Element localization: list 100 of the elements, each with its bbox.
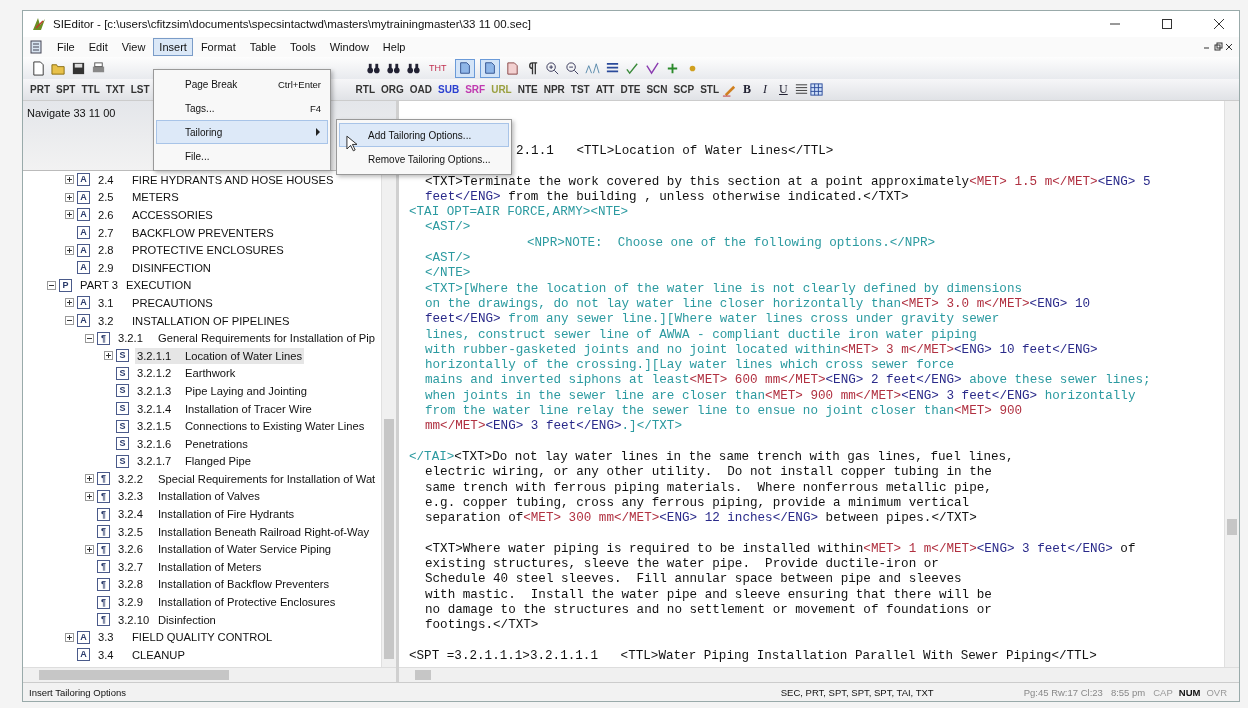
maximize-icon[interactable] <box>1161 18 1173 30</box>
menu-item[interactable]: Tools <box>284 38 322 56</box>
toggle-button[interactable] <box>454 58 475 78</box>
expand-icon[interactable] <box>85 544 94 554</box>
new-file-icon[interactable] <box>31 60 46 76</box>
checkmark-icon[interactable] <box>644 60 660 76</box>
tht-button[interactable]: THT <box>426 63 450 73</box>
align-icon[interactable] <box>793 82 809 97</box>
tag-button[interactable]: PRT <box>27 84 53 95</box>
menu-item[interactable]: Window <box>323 38 375 56</box>
tree-item[interactable]: 3.4 CLEANUP <box>96 646 187 663</box>
tag-button[interactable]: SCN <box>643 84 671 95</box>
menu-option[interactable]: Remove Tailoring Options... <box>339 147 509 171</box>
format-button[interactable]: I <box>757 82 774 97</box>
horizontal-scrollbar[interactable] <box>23 667 396 682</box>
menu-item[interactable]: File <box>51 38 81 56</box>
menu-item[interactable]: Format <box>194 38 242 56</box>
collapse-icon[interactable] <box>85 333 94 343</box>
tree-item[interactable]: PART 3 EXECUTION <box>78 277 194 294</box>
expand-icon[interactable] <box>65 632 74 642</box>
window-title: SIEditor - [c:\users\cfitzsim\documents\specsintactwd\masters\mytrainingmaster\33 11 00.sec] <box>53 18 531 30</box>
tree-item[interactable]: 2.6 ACCESSORIES <box>96 207 215 223</box>
tag-button[interactable]: ORG <box>378 84 407 95</box>
tree-item[interactable]: 2.8 PROTECTIVE ENCLOSURES <box>96 242 286 259</box>
tree-item[interactable]: 3.3 FIELD QUALITY CONTROL <box>96 629 275 646</box>
menu-option[interactable]: Add Tailoring Options... <box>339 123 509 147</box>
expand-icon[interactable] <box>65 298 74 308</box>
tree-item[interactable]: 3.2.1 General Requirements for Installation of Pip <box>116 330 378 347</box>
tag-button[interactable]: SUB <box>435 84 463 95</box>
node-type-icon: S <box>116 419 129 433</box>
tree-item[interactable]: 3.2.1.7 Flanged Pipe <box>135 453 253 470</box>
tag-button[interactable]: TXT <box>102 84 128 95</box>
tree-item[interactable]: 2.4 FIRE HYDRANTS AND HOSE HOUSES <box>96 171 336 188</box>
tree-item[interactable]: 3.2 INSTALLATION OF PIPELINES <box>96 312 292 329</box>
code-line: feet</ENG> from the building , unless otherwise indicated.</TXT> <box>425 189 909 206</box>
tree-item[interactable]: 3.2.4 Installation of Fire Hydrants <box>116 506 297 523</box>
tag-button[interactable]: RTL <box>352 84 378 95</box>
node-type-icon: A <box>77 296 90 310</box>
menu-option[interactable]: Tailoring <box>156 120 328 144</box>
table-icon[interactable] <box>808 82 824 97</box>
tree-item[interactable]: 3.1 PRECAUTIONS <box>96 294 215 311</box>
document-icon[interactable] <box>29 40 43 54</box>
node-type-icon: ¶ <box>97 542 110 556</box>
toggle-button[interactable] <box>479 58 500 78</box>
tree-item[interactable]: 3.2.2 Special Requirements for Installation of Wat <box>116 470 378 487</box>
expand-icon[interactable] <box>85 474 94 484</box>
tag-button[interactable]: TST <box>567 84 593 95</box>
tag-button[interactable]: OAD <box>406 84 436 95</box>
format-button[interactable]: B <box>737 82 758 97</box>
tree-item[interactable]: 3.2.1.4 Installation of Tracer Wire <box>135 400 314 417</box>
collapse-icon[interactable] <box>65 316 74 326</box>
menu-item[interactable]: Edit <box>82 38 114 56</box>
tree-item[interactable]: 3.2.1.2 Earthwork <box>135 365 238 382</box>
tag-button[interactable]: STL <box>697 84 722 95</box>
expand-icon[interactable] <box>65 192 74 202</box>
tree-item[interactable]: 3.2.8 Installation of Backflow Preventers <box>116 576 331 593</box>
expand-icon[interactable] <box>65 175 74 185</box>
horizontal-scrollbar[interactable] <box>399 667 1239 682</box>
menu-item[interactable]: Table <box>243 38 282 56</box>
tree-item[interactable]: 3.2.1.1 Location of Water Lines <box>135 347 305 364</box>
tag-button[interactable]: SCP <box>670 84 698 95</box>
code-line: <SPT =3.2.1.1.1>3.2.1.1.1 <TTL>Water Piping Installation Parallel With Sewer Piping</TTL> <box>409 648 1097 665</box>
menu-item[interactable]: Help <box>376 38 412 56</box>
tag-button[interactable]: NPR <box>540 84 568 95</box>
tree-item[interactable]: 3.2.9 Installation of Protective Enclosures <box>116 594 338 611</box>
menu-item[interactable]: Insert <box>153 38 193 56</box>
tree-item[interactable]: 3.2.1.3 Pipe Laying and Jointing <box>135 382 309 399</box>
expand-icon[interactable] <box>65 245 74 255</box>
tag-button[interactable]: SRF <box>462 84 489 95</box>
collapse-icon[interactable] <box>47 280 56 290</box>
tree-item[interactable]: 3.2.1.5 Connections to Existing Water Lines <box>135 418 367 435</box>
tree-item[interactable]: 2.9 DISINFECTION <box>96 259 213 276</box>
expand-icon[interactable] <box>65 210 74 220</box>
menu-option[interactable]: File... <box>156 144 328 168</box>
tag-button[interactable]: LST <box>127 84 153 95</box>
tag-button[interactable]: DTE <box>617 84 644 95</box>
zoom-out-icon[interactable] <box>564 60 580 76</box>
tree-item[interactable]: 3.2.5 Installation Beneath Railroad Right-of-Way <box>116 523 371 540</box>
tree-item[interactable]: 3.2.6 Installation of Water Service Piping <box>116 541 334 558</box>
format-button[interactable]: U <box>773 82 794 97</box>
tree-item[interactable]: 2.5 METERS <box>96 189 181 206</box>
tree-item[interactable]: 3.2.1.6 Penetrations <box>135 435 250 452</box>
tag-button[interactable]: ATT <box>592 84 618 95</box>
child-window-controls-icon[interactable] <box>1203 42 1233 52</box>
tree-item[interactable]: 2.7 BACKFLOW PREVENTERS <box>96 224 276 241</box>
tag-button[interactable]: SPT <box>53 84 79 95</box>
save-icon[interactable] <box>71 60 86 76</box>
tag-button[interactable]: TTL <box>78 84 103 95</box>
expand-icon[interactable] <box>85 492 94 501</box>
tree-item[interactable]: 3.2.10 Disinfection <box>116 611 218 628</box>
zoom-in-icon[interactable] <box>544 60 560 76</box>
menu-option[interactable]: Tags... F4 <box>156 96 328 120</box>
menu-item[interactable]: View <box>115 38 152 56</box>
tag-button[interactable]: NTE <box>514 84 541 95</box>
tree-item[interactable]: 3.2.7 Installation of Meters <box>116 558 264 575</box>
tree-item[interactable]: 3.2.3 Installation of Valves <box>116 488 262 505</box>
vertical-scrollbar[interactable] <box>1224 101 1239 667</box>
menu-option[interactable]: Page Break Ctrl+Enter <box>156 72 328 96</box>
expand-icon[interactable] <box>104 351 113 361</box>
close-icon[interactable] <box>1213 18 1225 30</box>
